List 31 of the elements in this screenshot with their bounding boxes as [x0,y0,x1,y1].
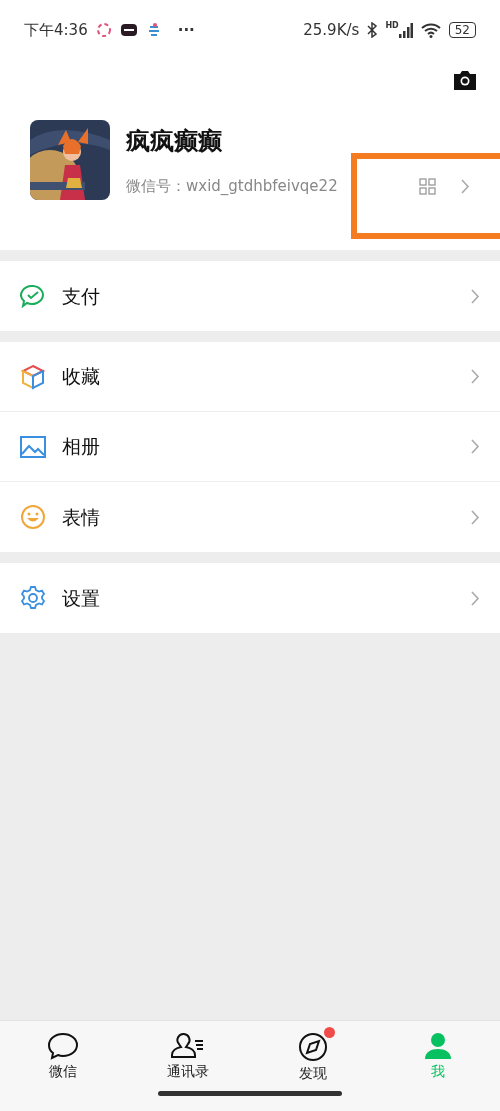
qr-code-icon[interactable] [419,177,436,195]
signal-icon [398,22,413,38]
chevron-icon [470,287,480,305]
tab-item[interactable]: 通讯录 [125,1021,250,1111]
camera-icon[interactable] [452,69,478,91]
cube-icon [20,363,46,390]
network-type: HD [385,22,399,30]
profile-name: 疯疯癫癫 [126,125,223,157]
network-speed: 25.9K/s [303,19,360,41]
battery-indicator: 52 [448,22,476,38]
more-indicator: ··· [177,19,195,41]
chevron-icon [470,438,480,455]
wifi-icon [420,22,441,38]
settings-icon [20,585,46,611]
chevron-icon [470,508,480,526]
tab-item[interactable]: 微信 [0,1021,125,1111]
chevron-icon [470,589,480,607]
wallet-check-icon [20,284,46,308]
tab-item[interactable]: 发现 [250,1021,375,1111]
chevron-icon [470,368,480,385]
chat-bubble-icon [46,1031,79,1061]
app-notification-icon [119,22,138,38]
image-icon [20,435,46,458]
bluetooth-icon [367,22,378,38]
compass-icon [296,1031,329,1063]
app-notification-icon [95,22,112,38]
contacts-icon [169,1031,206,1061]
status-time: 下午4:36 [24,19,88,41]
chevron-icon[interactable] [460,177,470,195]
wechat-id: 微信号：wxid_gtdhbfeivqe22 [126,175,338,197]
smiley-icon [20,504,46,530]
